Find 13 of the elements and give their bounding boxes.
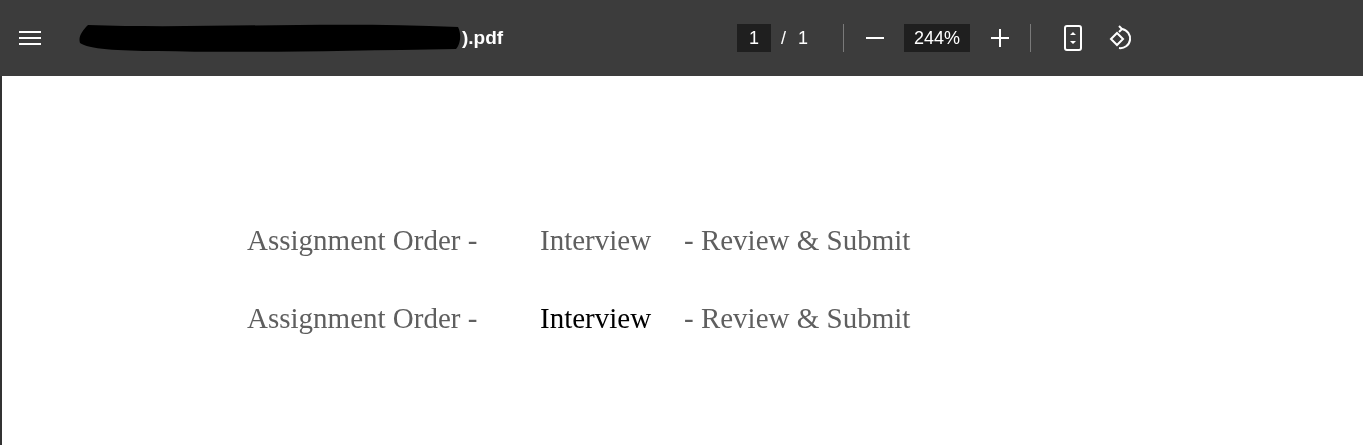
fit-page-icon[interactable] bbox=[1063, 25, 1084, 51]
page-total: 1 bbox=[798, 27, 809, 49]
document-text: Assignment Order - bbox=[247, 224, 479, 257]
page-number-field[interactable]: 1 bbox=[737, 24, 771, 52]
document-text: Assignment Order - bbox=[247, 302, 479, 335]
zoom-field[interactable]: 244% bbox=[904, 24, 971, 52]
document-text: Interview bbox=[540, 224, 653, 257]
document-text: Interview bbox=[540, 302, 653, 335]
page-separator: / bbox=[781, 27, 786, 49]
zoom-in-icon[interactable] bbox=[990, 28, 1011, 48]
document-text: - Review & Submit bbox=[684, 224, 912, 257]
document-text: - Review & Submit bbox=[684, 302, 912, 335]
file-name: ).pdf bbox=[462, 27, 504, 49]
